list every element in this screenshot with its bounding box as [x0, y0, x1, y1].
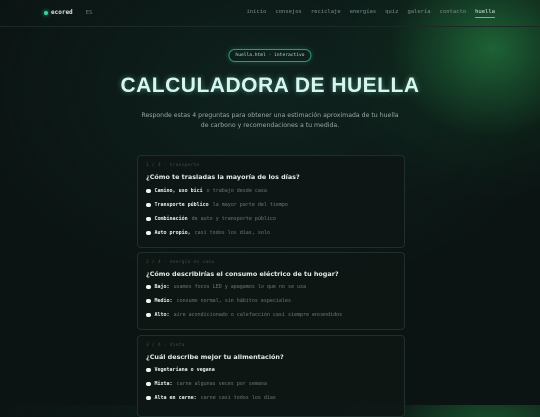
nav-link-reciclaje[interactable]: reciclaje	[311, 9, 341, 18]
language-switch[interactable]: ES	[86, 10, 93, 16]
brand-dot-icon	[44, 10, 48, 15]
option-mixta[interactable]: Mixta: carne algunas veces por semana	[146, 381, 267, 387]
radio-icon[interactable]	[146, 381, 151, 387]
nav-link-inicio[interactable]: inicio	[247, 9, 267, 18]
radio-icon[interactable]	[146, 202, 151, 208]
option-medio[interactable]: Medio: consumo normal, sin hábitos espec…	[146, 298, 291, 304]
option-vegetariana[interactable]: Vegetariana o vegana	[146, 367, 219, 373]
question-card-energia: 2 / 4 · energía en casa ¿Cómo describirí…	[137, 252, 405, 330]
nav-links: inicio consejos reciclaje energías quiz …	[247, 9, 495, 18]
question-text: ¿Cuál describe mejor tu alimentación?	[146, 353, 284, 361]
page-title: CALCULADORA DE HUELLA	[120, 74, 420, 97]
question-text: ¿Cómo te trasladas la mayoría de los día…	[146, 173, 300, 181]
nav-link-contacto[interactable]: contacto	[440, 9, 467, 18]
top-navbar: ecored ES inicio consejos reciclaje ener…	[0, 0, 540, 27]
brand-name: ecored	[51, 9, 73, 16]
question-step: 1 / 4 · transporte	[146, 163, 200, 168]
nav-link-energias[interactable]: energías	[350, 9, 377, 18]
option-bajo[interactable]: Bajo: usamos focos LED y apagamos lo que…	[146, 284, 306, 290]
nav-link-huella[interactable]: huella	[475, 9, 495, 18]
option-alta-en-carne[interactable]: Alta en carne: carne casi todos los días	[146, 395, 276, 401]
option-auto-propio[interactable]: Auto propio, casi todos los días, solo	[146, 230, 270, 236]
option-transporte-publico[interactable]: Transporte público la mayor parte del ti…	[146, 202, 288, 208]
radio-icon[interactable]	[146, 230, 151, 236]
question-card-transporte: 1 / 4 · transporte ¿Cómo te trasladas la…	[137, 155, 405, 248]
option-combinacion[interactable]: Combinación de auto y transporte público	[146, 216, 276, 222]
question-text: ¿Cómo describirías el consumo eléctrico …	[146, 270, 339, 278]
radio-icon[interactable]	[146, 284, 151, 290]
radio-icon[interactable]	[146, 216, 151, 222]
radio-icon[interactable]	[146, 188, 151, 194]
page-tag-pill: huella.html · interactivo	[228, 49, 312, 62]
radio-icon[interactable]	[146, 395, 151, 401]
nav-link-consejos[interactable]: consejos	[275, 9, 302, 18]
nav-link-quiz[interactable]: quiz	[385, 9, 398, 18]
radio-icon[interactable]	[146, 367, 151, 373]
nav-link-galeria[interactable]: galería	[407, 9, 430, 18]
page-subtitle: Responde estas 4 preguntas para obtener …	[141, 112, 399, 129]
radio-icon[interactable]	[146, 312, 151, 318]
option-camino[interactable]: Camino, uso bici o trabajo desde casa	[146, 188, 267, 194]
radio-icon[interactable]	[146, 298, 151, 304]
question-step: 2 / 4 · energía en casa	[146, 260, 215, 265]
question-step: 3 / 4 · dieta	[146, 343, 185, 348]
brand-logo[interactable]: ecored ES	[44, 9, 92, 16]
option-alto[interactable]: Alto: aire acondicionado o calefacción c…	[146, 312, 342, 318]
